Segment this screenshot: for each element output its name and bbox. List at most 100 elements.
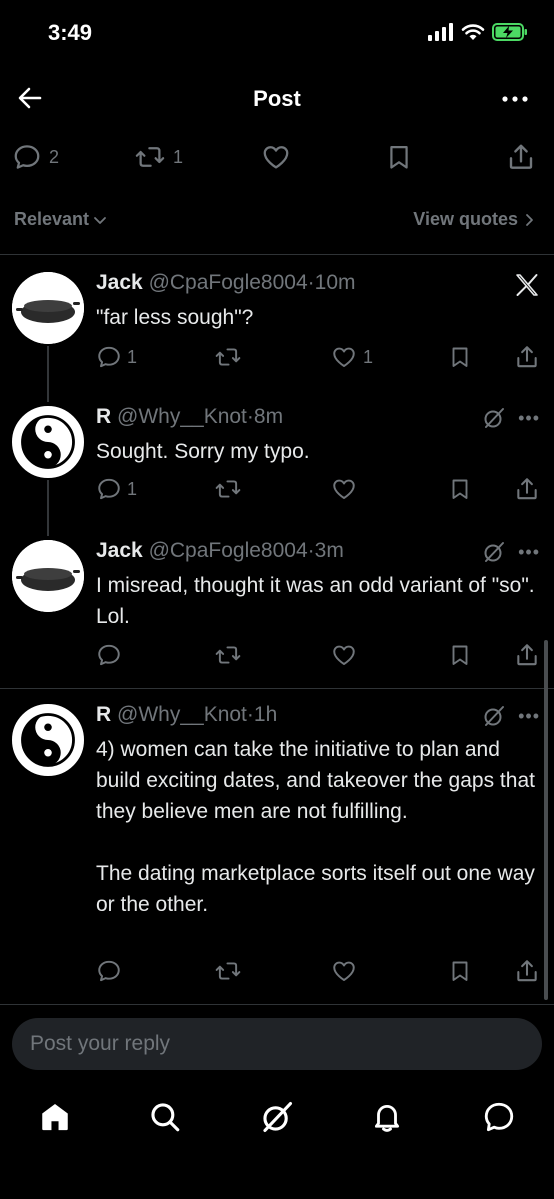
repost-icon <box>215 480 241 498</box>
post-reply-button[interactable]: 2 <box>12 142 59 172</box>
more-icon[interactable]: ••• <box>518 706 540 727</box>
tweet-text: 4) women can take the initiative to plan… <box>96 738 535 916</box>
more-icon[interactable]: ••• <box>518 542 540 563</box>
author-handle[interactable]: @Why__Knot <box>117 703 247 726</box>
wifi-icon <box>461 24 485 40</box>
bookmark-button[interactable] <box>448 642 472 668</box>
reply-icon <box>98 478 120 500</box>
share-button[interactable] <box>514 642 540 668</box>
repost-button[interactable] <box>214 344 242 370</box>
nav-search[interactable] <box>148 1100 182 1134</box>
tweet-text: "far less sough"? <box>96 306 254 329</box>
author-name[interactable]: Jack <box>96 271 143 294</box>
reply-tweet[interactable]: Jack @CpaFogle8004·3m ••• I misread, tho… <box>0 538 554 678</box>
page-title: Post <box>253 86 301 111</box>
bookmark-button[interactable] <box>448 476 472 502</box>
share-button[interactable] <box>514 476 540 502</box>
bookmark-button[interactable] <box>448 958 472 984</box>
reply-count: 1 <box>127 346 138 367</box>
repost-button[interactable] <box>214 958 242 984</box>
tweet-header-right: ••• <box>482 540 540 564</box>
author-handle[interactable]: @CpaFogle8004 <box>149 271 308 294</box>
share-icon <box>517 478 537 500</box>
avatar[interactable] <box>12 272 84 344</box>
chevron-right-icon <box>526 213 533 226</box>
status-bar: 3:49 <box>0 0 554 70</box>
share-button[interactable] <box>514 958 540 984</box>
bell-icon <box>374 1105 400 1132</box>
reply-button[interactable]: 1 <box>96 476 137 502</box>
x-logo-icon <box>516 274 538 296</box>
share-icon <box>517 644 537 666</box>
post-bookmark-button[interactable] <box>385 142 413 172</box>
reply-tweet[interactable]: R @Why__Knot·8m ••• Sought. Sorry my typ… <box>0 404 554 504</box>
repost-button[interactable] <box>214 476 242 502</box>
grok-icon[interactable] <box>482 406 506 430</box>
like-button[interactable] <box>330 476 358 502</box>
bookmark-button[interactable] <box>448 344 472 370</box>
reply-placeholder: Post your reply <box>30 1032 171 1055</box>
like-icon <box>333 961 355 981</box>
yin-yang-avatar-icon <box>14 706 82 774</box>
reply-button[interactable] <box>96 958 122 984</box>
bookmark-icon <box>452 961 468 981</box>
post-action-bar: 2 1 <box>0 138 554 178</box>
scrollbar[interactable] <box>544 640 548 1000</box>
nav-notifications[interactable] <box>370 1100 404 1134</box>
share-icon <box>509 144 533 169</box>
chevron-down-icon <box>94 216 106 224</box>
sort-row: Relevant View quotes <box>0 206 554 236</box>
reply-tweet[interactable]: Jack @CpaFogle8004·10m "far less sough"?… <box>0 270 554 370</box>
divider <box>0 688 554 689</box>
author-handle[interactable]: @CpaFogle8004 <box>149 539 308 562</box>
reply-input[interactable]: Post your reply <box>12 1018 542 1070</box>
post-share-button[interactable] <box>506 142 536 172</box>
status-icons <box>428 22 528 42</box>
tweet-actions <box>96 642 542 670</box>
status-time: 3:49 <box>48 20 93 45</box>
post-repost-button[interactable]: 1 <box>134 142 183 172</box>
like-button[interactable] <box>330 958 358 984</box>
post-like-button[interactable] <box>260 142 292 172</box>
nav-home[interactable] <box>38 1100 72 1134</box>
nav-messages[interactable] <box>482 1100 516 1134</box>
like-count: 1 <box>363 346 374 367</box>
grok-icon[interactable] <box>482 540 506 564</box>
reply-tweet[interactable]: R @Why__Knot·1h ••• 4) women can take th… <box>0 702 554 998</box>
meta-separator: · <box>307 539 315 562</box>
battery-icon <box>492 23 527 41</box>
view-quotes-label: View quotes <box>413 209 518 229</box>
avatar[interactable] <box>12 540 84 612</box>
repost-icon <box>215 962 241 980</box>
tweet-header: R @Why__Knot·8m <box>96 404 283 430</box>
divider <box>0 1004 554 1005</box>
repost-button[interactable] <box>214 642 242 668</box>
tweet-header: Jack @CpaFogle8004·3m <box>96 538 344 564</box>
search-icon <box>151 1103 180 1132</box>
author-handle[interactable]: @Why__Knot <box>117 405 247 428</box>
reply-button[interactable] <box>96 642 122 668</box>
like-button[interactable] <box>330 642 358 668</box>
grok-icon[interactable] <box>482 704 506 728</box>
bookmark-icon <box>390 145 408 169</box>
tweet-actions <box>96 958 542 986</box>
more-button[interactable] <box>500 84 530 114</box>
like-icon <box>333 645 355 665</box>
author-name[interactable]: Jack <box>96 539 143 562</box>
relevant-dropdown[interactable]: Relevant <box>14 209 107 230</box>
author-name[interactable]: R <box>96 405 111 428</box>
nav-grok[interactable] <box>260 1100 294 1134</box>
avatar[interactable] <box>12 406 84 478</box>
view-quotes-link[interactable]: View quotes <box>413 209 536 230</box>
tweet-header: R @Why__Knot·1h <box>96 702 277 728</box>
like-button[interactable]: 1 <box>330 344 373 370</box>
share-icon <box>517 960 537 982</box>
yin-yang-avatar-icon <box>14 408 82 476</box>
avatar[interactable] <box>12 704 84 776</box>
like-icon <box>333 347 355 367</box>
more-icon[interactable]: ••• <box>518 408 540 429</box>
author-name[interactable]: R <box>96 703 111 726</box>
reply-button[interactable]: 1 <box>96 344 137 370</box>
share-button[interactable] <box>514 344 540 370</box>
tweet-time: 1h <box>253 703 278 726</box>
